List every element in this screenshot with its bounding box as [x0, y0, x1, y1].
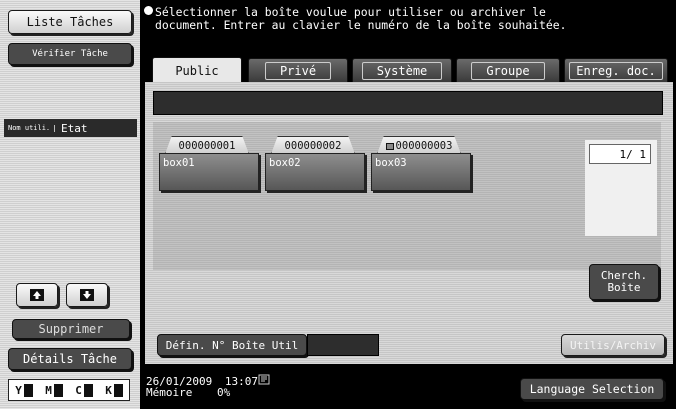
toner-m: M — [45, 383, 63, 397]
box-number: 000000002 — [271, 136, 355, 154]
page-indicator: 1/ 1 — [589, 144, 651, 164]
details-tache-label: Détails Tâche — [23, 352, 117, 366]
screen: Liste Tâches Vérifier Tâche Nom utili. E… — [0, 0, 676, 409]
scroll-up-button[interactable] — [16, 283, 58, 307]
box-name: box01 — [159, 153, 259, 191]
defin-boite-button[interactable]: Défin. N° Boîte Util — [157, 334, 307, 356]
language-selection-button[interactable]: Language Selection — [520, 378, 664, 400]
supprimer-button[interactable]: Supprimer — [12, 319, 130, 339]
box-name: box03 — [371, 153, 471, 191]
box-item[interactable]: 000000001 box01 — [159, 136, 259, 192]
scroll-down-button[interactable] — [66, 283, 108, 307]
header-etat: Etat — [61, 121, 88, 135]
box-number: 000000003 — [377, 136, 461, 154]
tab-systeme[interactable]: Système — [352, 58, 452, 82]
arrow-up-icon — [30, 289, 44, 301]
language-selection-label: Language Selection — [529, 382, 655, 396]
message-line-2: document. Entrer au clavier le numéro de… — [155, 18, 567, 32]
datetime: 26/01/2009 13:07 Mémoire 0% — [146, 376, 258, 398]
box-item[interactable]: 000000003 box03 — [371, 136, 471, 192]
supprimer-label: Supprimer — [38, 322, 104, 336]
tab-prive[interactable]: Privé — [248, 58, 348, 82]
verifier-tache-label: Vérifier Tâche — [32, 48, 108, 59]
info-bulb-icon — [144, 6, 153, 15]
utilis-archiv-button[interactable]: Utilis/Archiv — [561, 334, 665, 356]
box-item[interactable]: 000000002 box02 — [265, 136, 365, 192]
box-name: box02 — [265, 153, 365, 191]
toner-c: C — [75, 383, 93, 397]
tab-public[interactable]: Public — [152, 57, 242, 83]
page-box: 1/ 1 — [585, 140, 657, 236]
liste-taches-button[interactable]: Liste Tâches — [8, 10, 132, 34]
liste-taches-label: Liste Tâches — [26, 15, 114, 29]
tab-groupe[interactable]: Groupe — [456, 58, 560, 82]
utilis-archiv-label: Utilis/Archiv — [569, 338, 657, 352]
message-line-1: Sélectionner la boîte voulue pour utilis… — [155, 5, 546, 19]
toner-y: Y — [15, 383, 33, 397]
tab-enreg-doc[interactable]: Enreg. doc. — [564, 58, 668, 82]
job-list-header: Nom utili. Etat — [4, 119, 137, 137]
box-panel: 000000001 box01 000000002 box02 00000000… — [144, 82, 673, 364]
network-icon — [258, 374, 270, 385]
header-nom-utili: Nom utili. — [8, 124, 55, 132]
memoire-label: Mémoire — [146, 386, 193, 399]
toner-indicator: Y M C K — [8, 379, 130, 401]
defin-boite-label: Défin. N° Boîte Util — [165, 338, 299, 352]
arrow-down-icon — [80, 289, 94, 301]
verifier-tache-button[interactable]: Vérifier Tâche — [8, 43, 132, 65]
left-panel: Liste Tâches Vérifier Tâche Nom utili. E… — [0, 0, 140, 409]
box-number: 000000001 — [165, 136, 249, 154]
toner-k: K — [105, 383, 123, 397]
details-tache-button[interactable]: Détails Tâche — [8, 348, 132, 370]
status-bar: 26/01/2009 13:07 Mémoire 0% Language Sel… — [140, 366, 676, 409]
box-number-field[interactable] — [307, 334, 379, 356]
instruction-message: Sélectionner la boîte voulue pour utilis… — [144, 6, 672, 46]
lock-icon — [385, 143, 394, 150]
cherch-boite-label: Cherch. Boîte — [600, 269, 648, 294]
box-number-display — [153, 91, 663, 115]
cherch-boite-button[interactable]: Cherch. Boîte — [589, 264, 659, 300]
memoire-value: 0% — [216, 386, 231, 399]
